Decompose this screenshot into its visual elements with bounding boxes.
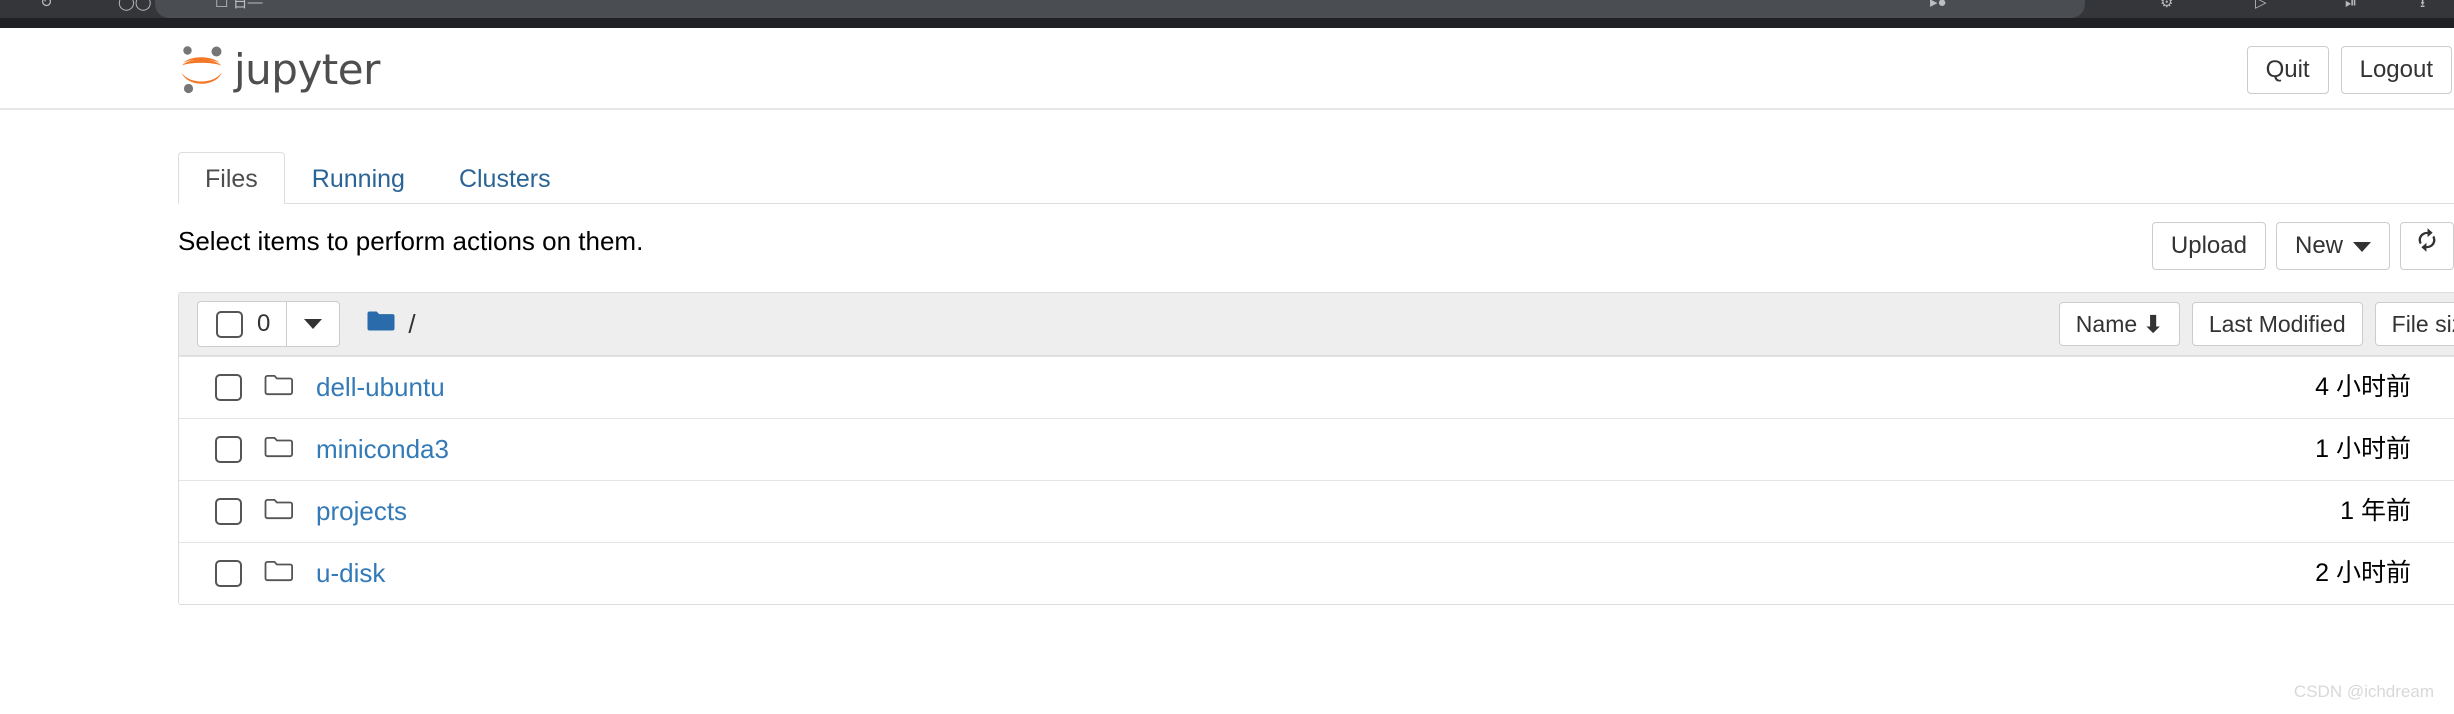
- tab-files[interactable]: Files: [178, 152, 285, 204]
- table-row[interactable]: u-disk 2 小时前: [179, 542, 2454, 604]
- new-button[interactable]: New: [2275, 222, 2390, 270]
- jupyter-header: jupyter Quit Logout: [0, 28, 2454, 110]
- logout-button[interactable]: Logout: [2340, 46, 2452, 94]
- last-modified-value: 2 小时前: [2315, 559, 2411, 587]
- refresh-icon: [2414, 228, 2440, 259]
- file-list: 0 / Name ⬇ Last Modified File si dell-ub…: [178, 292, 2454, 605]
- file-name-link[interactable]: dell-ubuntu: [316, 372, 445, 403]
- chevron-down-icon: [2353, 241, 2371, 252]
- selection-hint: Select items to perform actions on them.: [178, 226, 644, 256]
- row-checkbox[interactable]: [215, 560, 242, 587]
- actions-buttons: Upload New: [2151, 222, 2454, 270]
- jupyter-logo-icon: [178, 42, 226, 96]
- browser-menu-icon[interactable]: ⭳: [2420, 0, 2425, 12]
- tab-clusters[interactable]: Clusters: [432, 152, 578, 204]
- breadcrumb-root[interactable]: /: [408, 309, 415, 340]
- browser-chrome: ↻ ◯◯ ☐ 日— ▸● ⚙ ▷ ⏯ ⭳: [0, 0, 2454, 28]
- browser-toolbar-strip: [0, 18, 2454, 28]
- select-all-dropdown[interactable]: [286, 301, 341, 347]
- table-row[interactable]: dell-ubuntu 4 小时前: [179, 356, 2454, 418]
- select-all-control[interactable]: 0: [197, 301, 287, 347]
- column-sort-controls: Name ⬇ Last Modified File size: [2058, 302, 2454, 346]
- chevron-down-icon: [304, 319, 323, 329]
- tab-running[interactable]: Running: [285, 152, 432, 204]
- row-checkbox[interactable]: [215, 498, 242, 525]
- breadcrumb[interactable]: /: [366, 309, 416, 340]
- folder-icon: [264, 373, 294, 402]
- row-checkbox[interactable]: [215, 374, 242, 401]
- file-name-link[interactable]: miniconda3: [316, 434, 449, 465]
- sort-by-file-size-button[interactable]: File size: [2374, 302, 2454, 346]
- folder-icon: [366, 309, 396, 340]
- select-all-group: 0: [197, 301, 341, 347]
- select-all-checkbox[interactable]: [216, 310, 243, 338]
- last-modified-value: 4 小时前: [2315, 373, 2411, 401]
- watermark: CSDN @ichdream: [2293, 682, 2434, 701]
- header-buttons: Quit Logout: [2246, 46, 2452, 94]
- browser-tab-label[interactable]: ◯◯: [118, 0, 152, 12]
- file-name-link[interactable]: u-disk: [316, 558, 385, 589]
- sort-by-name-button[interactable]: Name ⬇: [2058, 302, 2180, 346]
- new-button-label: New: [2294, 232, 2343, 259]
- folder-icon: [264, 435, 294, 464]
- sort-down-arrow-icon: ⬇: [2143, 311, 2163, 337]
- browser-tab-title-icon: ☐ 日—: [215, 0, 263, 11]
- last-modified-value: 1 年前: [2340, 497, 2411, 525]
- quit-button[interactable]: Quit: [2246, 46, 2329, 94]
- table-row[interactable]: miniconda3 1 小时前: [179, 418, 2454, 480]
- folder-icon: [264, 559, 294, 588]
- refresh-button[interactable]: [2400, 222, 2454, 270]
- browser-back-icon[interactable]: ↻: [40, 0, 53, 12]
- row-checkbox[interactable]: [215, 436, 242, 463]
- sort-by-last-modified-button[interactable]: Last Modified: [2191, 302, 2363, 346]
- file-list-header: 0 / Name ⬇ Last Modified File si: [179, 293, 2454, 356]
- browser-tab-extra-icon[interactable]: ▸●: [1930, 0, 1947, 12]
- tab-bar: Files Running Clusters: [0, 148, 2454, 204]
- browser-play-icon[interactable]: ▷: [2255, 0, 2267, 12]
- jupyter-logo-text: jupyter: [234, 44, 380, 94]
- browser-active-tab[interactable]: [155, 0, 2085, 18]
- jupyter-logo[interactable]: jupyter: [178, 42, 380, 96]
- browser-settings-icon[interactable]: ⚙: [2160, 0, 2173, 12]
- table-row[interactable]: projects 1 年前: [179, 480, 2454, 542]
- last-modified-value: 1 小时前: [2315, 435, 2411, 463]
- actions-row: Select items to perform actions on them.…: [0, 222, 2454, 278]
- upload-button[interactable]: Upload: [2151, 222, 2266, 270]
- file-name-link[interactable]: projects: [316, 496, 407, 527]
- selected-count: 0: [257, 310, 271, 337]
- browser-download-icon[interactable]: ⏯: [2345, 0, 2357, 12]
- sort-name-label: Name: [2075, 311, 2138, 337]
- folder-icon: [264, 497, 294, 526]
